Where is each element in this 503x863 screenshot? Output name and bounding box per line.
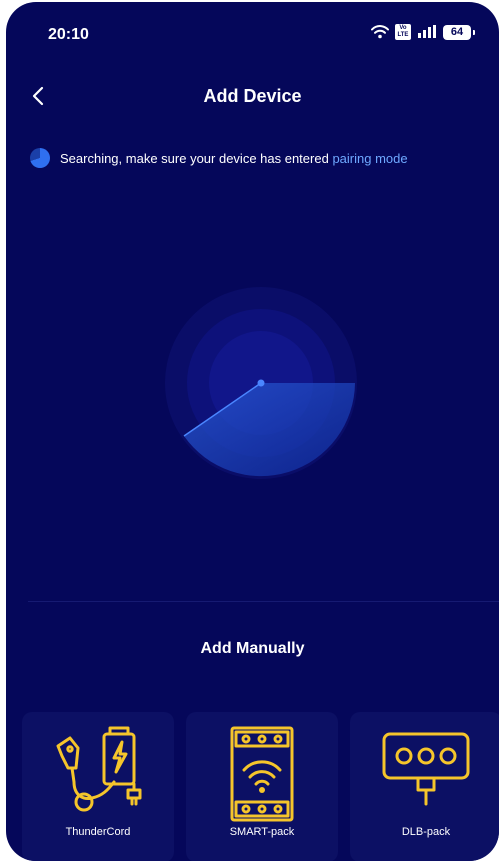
page-title: Add Device bbox=[203, 86, 302, 106]
ev-charger-icon bbox=[56, 726, 142, 812]
battery-icon: 64 bbox=[443, 24, 475, 40]
device-card-dlb-pack[interactable]: DLB-pack bbox=[350, 712, 499, 861]
volte-top-label: Vo bbox=[399, 25, 407, 31]
search-status: Searching, make sure your device has ent… bbox=[30, 148, 408, 168]
pairing-mode-link[interactable]: pairing mode bbox=[332, 151, 407, 166]
signal-icon bbox=[418, 25, 436, 38]
wifi-icon bbox=[371, 25, 389, 39]
device-grid: ThunderCord SMART-pack DLB-pack bbox=[22, 712, 499, 861]
search-message: Searching, make sure your device has ent… bbox=[60, 150, 333, 166]
status-icons: Vo LTE 64 bbox=[371, 24, 475, 40]
volte-icon: Vo LTE bbox=[395, 24, 411, 40]
device-card-smart-pack[interactable]: SMART-pack bbox=[186, 712, 338, 861]
wifi-module-icon bbox=[230, 726, 294, 822]
header: Add Device bbox=[6, 74, 499, 118]
loading-spinner-icon bbox=[30, 148, 50, 168]
dlb-socket-icon bbox=[382, 732, 470, 806]
battery-level: 64 bbox=[450, 25, 464, 38]
radar-scan-icon bbox=[165, 287, 357, 479]
app-screen: 20:10 Vo LTE 64 Add Device Searching, ma… bbox=[6, 2, 499, 861]
add-manually-title: Add Manually bbox=[200, 640, 305, 657]
device-name: ThunderCord bbox=[65, 826, 131, 838]
device-name: SMART-pack bbox=[229, 826, 295, 838]
device-card-thundercord[interactable]: ThunderCord bbox=[22, 712, 174, 861]
status-bar: 20:10 Vo LTE 64 bbox=[6, 2, 499, 58]
volte-bottom-label: LTE bbox=[397, 32, 409, 38]
divider bbox=[28, 601, 499, 602]
status-time: 20:10 bbox=[48, 26, 89, 43]
device-name: DLB-pack bbox=[401, 826, 451, 838]
